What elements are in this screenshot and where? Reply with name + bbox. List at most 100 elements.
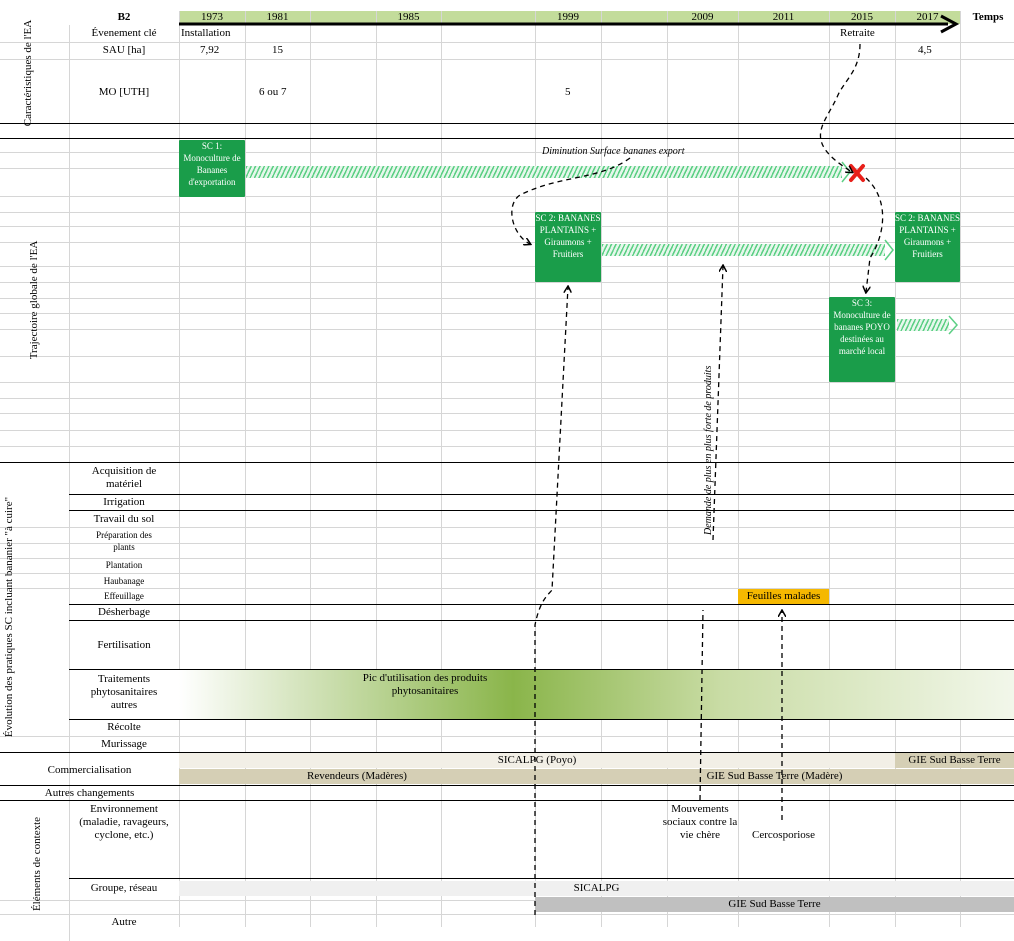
grid-line [0, 282, 1014, 283]
grid-line [0, 196, 1014, 197]
row-plantation: Plantation [105, 560, 143, 570]
grid-line [895, 11, 896, 927]
temps-label: Temps [972, 11, 1004, 23]
sau-1981: 15 [272, 44, 283, 56]
annotation-pic: Pic d'utilisation des produits phytosani… [362, 672, 488, 697]
grid-line [535, 11, 536, 927]
system-sc2-later: SC 2: BANANES PLANTAINS + Giraumons + Fr… [895, 212, 960, 282]
grid-line [0, 42, 1014, 43]
context-cercosporiose: Cercosporiose [752, 829, 815, 841]
grid-line [738, 11, 739, 927]
system-sc1: SC 1: Monoculture de Bananes d'exportati… [179, 140, 245, 197]
year-2017: 2017 [916, 11, 939, 23]
grid-line [0, 446, 1014, 447]
grid-line [310, 11, 311, 927]
year-2011: 2011 [772, 11, 795, 23]
arrowhead-sc3 [948, 315, 959, 335]
arrowhead-sc2 [884, 239, 894, 261]
grid-line [0, 266, 1014, 267]
grid-line [0, 914, 1014, 915]
grid-line [376, 11, 377, 927]
group-trajectoire: Trajectoire globale de l'EA [28, 240, 40, 360]
section-border [0, 462, 1014, 463]
row-haubanage: Haubanage [103, 576, 145, 586]
row-border [69, 494, 1014, 495]
grid-line [0, 527, 1014, 528]
grid-line [0, 588, 1014, 589]
section-border [0, 123, 1014, 124]
grid-line [0, 413, 1014, 414]
grid-line [0, 430, 1014, 431]
grid-line [0, 398, 1014, 399]
reseau-gie: GIE Sud Basse Terre [535, 897, 1014, 912]
row-border [69, 719, 1014, 720]
group-evolution: Évolution des pratiques SC incluant bana… [3, 496, 15, 738]
section-border [0, 785, 1014, 786]
row-commercialisation: Commercialisation [47, 764, 132, 776]
grid-line [960, 11, 961, 927]
row-travail: Travail du sol [93, 513, 155, 525]
row-autres-changements: Autres changements [44, 787, 135, 799]
row-evenement: Évenement clé [91, 27, 157, 39]
grid-line [0, 152, 1014, 153]
year-1985: 1985 [397, 11, 420, 23]
grid-line [0, 382, 1014, 383]
grid-line [0, 736, 1014, 737]
annotation-feuilles-malades: Feuilles malades [738, 589, 829, 604]
row-desherbage: Désherbage [98, 606, 150, 618]
diagram-code: B2 [117, 11, 131, 23]
row-fertilisation: Fertilisation [97, 639, 151, 651]
event-retraite: Retraite [840, 27, 875, 39]
year-1981: 1981 [266, 11, 289, 23]
sau-1973: 7,92 [200, 44, 220, 56]
event-installation: Installation [181, 27, 231, 39]
system-sc3: SC 3: Monoculture de bananes POYO destin… [829, 297, 895, 382]
commerce-revendeurs: Revendeurs (Madères) [179, 769, 535, 784]
year-2015: 2015 [851, 11, 873, 23]
grid-line [0, 226, 1014, 227]
link-demande [712, 266, 723, 541]
section-border [0, 800, 1014, 801]
grid-line [0, 59, 1014, 60]
year-2009: 2009 [691, 11, 714, 23]
grid-line [69, 25, 70, 941]
year-1999: 1999 [557, 11, 579, 23]
annotation-diminution: Diminution Surface bananes export [542, 146, 685, 157]
row-sau: SAU [ha] [102, 44, 146, 56]
sau-2017: 4,5 [918, 44, 932, 56]
grid-line [0, 242, 1014, 243]
commerce-gie-madere: GIE Sud Basse Terre (Madère) [535, 769, 1014, 784]
trajectory-arrow-sc3 [897, 319, 949, 331]
grid-line [0, 212, 1014, 213]
trajectory-arrow-sc2 [602, 244, 885, 256]
system-sc2: SC 2: BANANES PLANTAINS + Giraumons + Fr… [535, 212, 601, 282]
reseau-sicalpg: SICALPG [179, 881, 1014, 896]
row-acquisition: Acquisition de matériel [91, 465, 157, 490]
row-border [69, 604, 1014, 605]
treatment-gradient-band [179, 670, 1014, 719]
grid-line [441, 11, 442, 927]
row-environnement: Environnement (maladie, ravageurs, cyclo… [79, 803, 169, 841]
row-border [69, 878, 1014, 879]
section-border [0, 138, 1014, 139]
group-contexte: Éléments de contexte [31, 816, 43, 912]
row-murissage: Murissage [101, 738, 147, 750]
commerce-gie-sud: GIE Sud Basse Terre [895, 753, 1014, 768]
grid-line [245, 11, 246, 927]
grid-line [0, 573, 1014, 574]
year-1973: 1973 [201, 11, 223, 23]
group-caracteristiques: Caractéristiques de l'EA [22, 19, 34, 127]
row-effeuillage: Effeuillage [104, 591, 144, 601]
trajectory-arrow-sc1 [246, 166, 842, 178]
row-groupe: Groupe, réseau [90, 882, 158, 894]
grid-line [829, 11, 830, 927]
mo-1999: 5 [565, 86, 571, 98]
row-recolte: Récolte [107, 721, 141, 733]
mo-1981: 6 ou 7 [259, 86, 287, 98]
annotation-demande: Demande de plus en plus forte de produit… [703, 365, 714, 535]
row-border [69, 510, 1014, 511]
row-preparation: Préparation des plants [96, 530, 152, 552]
arrowhead-sc1 [841, 161, 851, 183]
row-border [69, 620, 1014, 621]
row-irrigation: Irrigation [103, 496, 145, 508]
